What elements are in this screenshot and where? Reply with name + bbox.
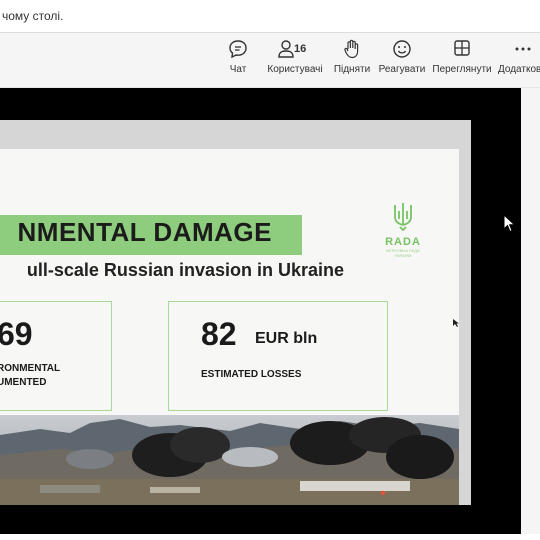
stage-side-panel (521, 88, 540, 534)
react-button[interactable]: Реагувати (378, 39, 426, 83)
logo-text: RADA (385, 236, 421, 248)
logo-subtext: ВЕРХОВНА РАДА УКРАЇНИ (386, 248, 420, 258)
people-button[interactable]: 16 Користувачі (264, 39, 326, 83)
mouse-pointer-icon (503, 214, 516, 233)
hand-icon (332, 39, 372, 61)
view-button[interactable]: Переглянути (432, 39, 492, 83)
more-icon (498, 39, 540, 61)
chat-button[interactable]: Чат (222, 39, 254, 83)
rada-logo: RADA ВЕРХОВНА РАДА УКРАЇНИ (380, 201, 426, 258)
chat-label: Чат (229, 64, 247, 75)
meeting-toolbar: Чат 16 Користувачі Підняти Реагувати Пер… (0, 33, 540, 88)
slide-title: NMENTAL DAMAGE (17, 217, 272, 247)
people-icon: 16 (275, 39, 315, 61)
stat-caption: RONMENTAL UMENTED (0, 363, 61, 388)
view-label: Переглянути (432, 64, 492, 75)
stat-card-documented: 69 RONMENTAL UMENTED (0, 301, 112, 411)
more-button[interactable]: Додаткові (498, 39, 540, 83)
people-count: 16 (294, 43, 307, 55)
trident-icon (394, 203, 412, 232)
stat-value: 82 (201, 316, 237, 352)
stat-card-losses: 82 EUR bln ESTIMATED LOSSES (168, 301, 388, 411)
stat-value: 69 (0, 316, 33, 352)
shared-window-frame: NMENTAL DAMAGE ull-scale Russian invasio… (0, 120, 471, 505)
slide-subtitle: ull-scale Russian invasion in Ukraine (26, 260, 344, 280)
smoke-photo (0, 415, 459, 505)
presentation-slide: NMENTAL DAMAGE ull-scale Russian invasio… (0, 149, 459, 505)
stat-caption: ESTIMATED LOSSES (201, 369, 302, 380)
react-label: Реагувати (378, 64, 426, 75)
grid-view-icon (432, 39, 492, 61)
people-label: Користувачі (267, 64, 323, 75)
raise-hand-button[interactable]: Підняти (332, 39, 372, 83)
notification-bar: чому столі. (0, 0, 540, 33)
shared-screen-stage[interactable]: NMENTAL DAMAGE ull-scale Russian invasio… (0, 88, 521, 534)
smiley-icon (378, 39, 426, 61)
notification-text: чому столі. (2, 9, 64, 23)
stat-unit: EUR bln (255, 330, 318, 347)
chat-icon (222, 39, 254, 61)
more-label: Додаткові (498, 64, 540, 75)
remote-cursor-icon (453, 319, 459, 327)
raise-hand-label: Підняти (333, 64, 371, 75)
